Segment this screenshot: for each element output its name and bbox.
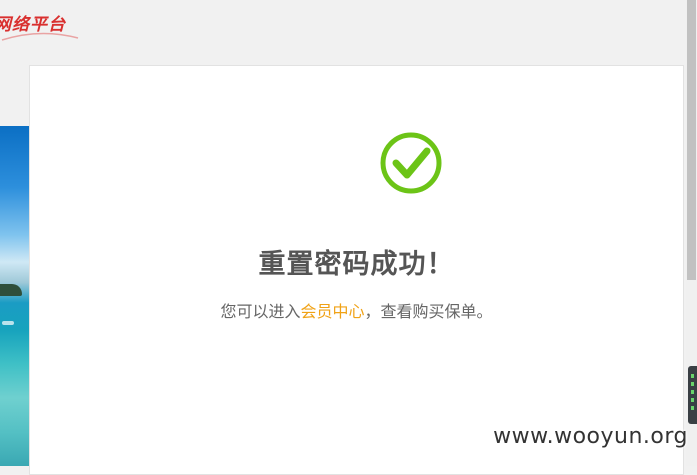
success-message: 您可以进入会员中心，查看购买保单。 bbox=[30, 298, 683, 322]
widget-bar bbox=[691, 374, 694, 378]
widget-bar bbox=[691, 406, 694, 410]
message-prefix: 您可以进入 bbox=[220, 302, 301, 321]
member-center-link[interactable]: 会员中心 bbox=[300, 302, 364, 321]
water-glint bbox=[2, 321, 14, 325]
success-panel: 重置密码成功！ 您可以进入会员中心，查看购买保单。 bbox=[29, 65, 684, 475]
island-shape bbox=[0, 284, 22, 296]
widget-bar bbox=[691, 398, 694, 402]
scrollbar-thumb[interactable] bbox=[687, 0, 696, 280]
logo-swoosh-icon bbox=[1, 32, 79, 41]
widget-bar bbox=[691, 390, 694, 394]
background-photo bbox=[0, 126, 30, 466]
watermark-text: www.wooyun.org bbox=[493, 424, 688, 449]
side-widget[interactable] bbox=[688, 366, 697, 424]
widget-bar bbox=[691, 382, 694, 386]
success-title: 重置密码成功！ bbox=[258, 249, 455, 280]
message-suffix: ，查看购买保单。 bbox=[364, 302, 493, 321]
brand-logo[interactable]: 网络平台 bbox=[0, 4, 90, 44]
check-circle-icon bbox=[380, 132, 442, 194]
